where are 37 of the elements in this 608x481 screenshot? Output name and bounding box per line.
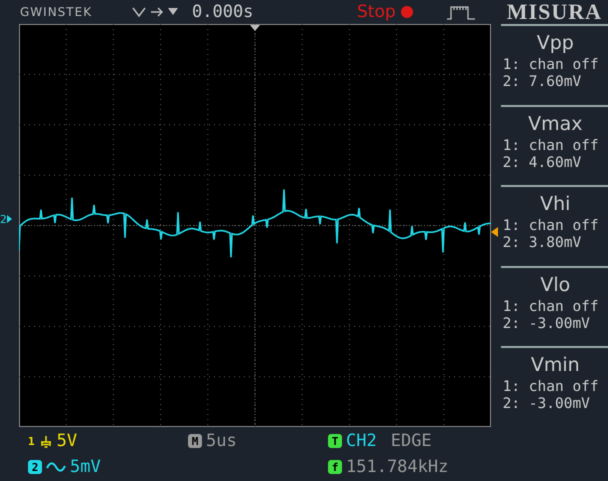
- trigger-position-icon: [250, 25, 260, 31]
- measurement-value: 1: chan off: [502, 218, 600, 236]
- measurement-value: 1: chan off: [502, 298, 600, 316]
- channel-badge: 2: [28, 460, 42, 474]
- measurement-name: Vlo: [539, 274, 572, 296]
- frequency-badge: f: [328, 460, 342, 474]
- measurement-value: 2: 4.60mV: [502, 154, 582, 172]
- measurement-name: Vhi: [539, 193, 572, 216]
- measurement-value: 1: chan off: [502, 57, 600, 74]
- screen-title: MISURA: [506, 0, 602, 25]
- measurement-value: 1: chan off: [502, 379, 600, 396]
- right-arrow-icon: [150, 6, 164, 18]
- trigger-type: EDGE: [390, 431, 432, 451]
- channel-scale: 5V: [56, 431, 78, 451]
- channel-number: 1: [28, 434, 35, 448]
- trigger-badge: T: [328, 434, 342, 448]
- pulse-icon: [446, 4, 476, 20]
- down-triangle-icon: [168, 8, 178, 16]
- measurement-name: Vmax: [527, 112, 584, 135]
- stop-dot-icon: [400, 5, 414, 19]
- measurement-value: 1: chan off: [502, 138, 600, 155]
- trigger-source: CH2: [346, 431, 377, 451]
- measurement-name: Vmin: [530, 354, 581, 376]
- measurement-name: Vpp: [536, 32, 575, 54]
- timebase-value: 5us: [206, 431, 237, 451]
- measurement-value: 2: 7.60mV: [502, 74, 582, 91]
- channel-scale: 5mV: [70, 457, 101, 477]
- run-status: Stop: [357, 2, 396, 22]
- measurement-value: 2: -3.00mV: [502, 396, 591, 414]
- ground-icon: [38, 434, 53, 448]
- trigger-time: 0.000s: [192, 2, 254, 22]
- frequency-value: 151.784kHz: [346, 457, 448, 477]
- ac-wave-icon: [46, 460, 66, 474]
- measurement-value: 2: -3.00mV: [502, 316, 591, 333]
- measurement-value: 2: 3.80mV: [502, 235, 582, 252]
- brand-logo: GWINSTEK: [20, 5, 94, 19]
- timebase-badge: M: [188, 434, 202, 448]
